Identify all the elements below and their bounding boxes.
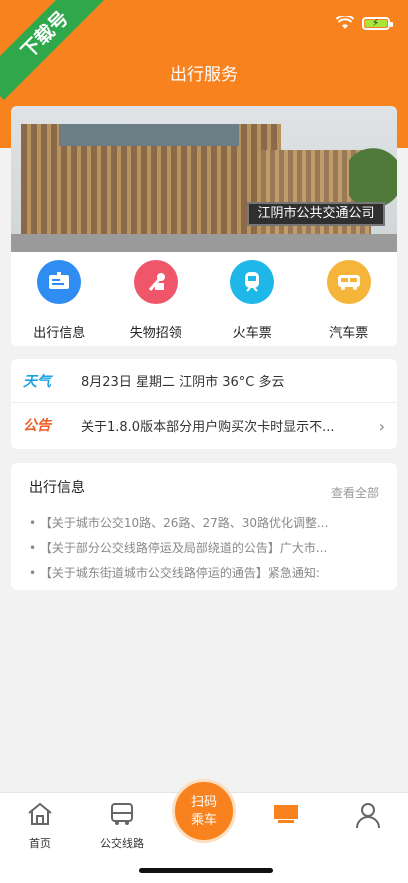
quick-link-label: 出行信息 <box>33 326 86 341</box>
tab-routes[interactable]: 公交线路 <box>82 801 162 851</box>
tab-label: 首页 <box>29 837 51 850</box>
news-item-text: 【关于部分公交线路停运及局部绕道的公告】广大市... <box>39 541 328 555</box>
quick-link-lost-found[interactable]: 失物招领 <box>108 260 205 341</box>
tab-home[interactable]: 首页 <box>0 801 80 851</box>
news-title: 出行信息 <box>29 480 85 496</box>
view-all-link[interactable]: 查看全部 <box>331 484 379 501</box>
quick-link-bus-ticket[interactable]: 汽车票 <box>301 260 398 341</box>
weather-text: 8月23日 星期二 江阴市 36°C 多云 <box>81 375 285 390</box>
list-item[interactable]: • 【关于部分公交线路停运及局部绕道的公告】广大市... <box>29 536 385 561</box>
quick-link-label: 火车票 <box>232 326 272 341</box>
tab-info[interactable] <box>246 801 326 831</box>
quick-link-travel-info[interactable]: 出行信息 <box>11 260 108 341</box>
banner-card: 江阴市公共交通公司 出行信息 失物招领 火车票 汽车票 <box>11 106 397 346</box>
info-board-icon <box>37 260 82 304</box>
train-icon <box>230 260 275 304</box>
announce-text: 关于1.8.0版本部分用户购买次卡时显示不... <box>81 419 335 435</box>
scan-ride-button[interactable]: 扫码 乘车 <box>172 779 236 843</box>
tab-bar: 首页 公交线路 扫码 乘车 <box>0 779 408 883</box>
news-card: 出行信息 查看全部 • 【关于城市公交10路、26路、27路、30路优化调整..… <box>11 463 397 590</box>
home-icon <box>28 802 52 825</box>
tab-label: 公交线路 <box>100 837 144 850</box>
list-item[interactable]: • 【关于城市公交10路、26路、27路、30路优化调整... <box>29 511 385 536</box>
home-indicator <box>139 868 273 873</box>
notice-card: 天气 8月23日 星期二 江阴市 36°C 多云 公告 关于1.8.0版本部分用… <box>11 359 397 449</box>
battery-icon: ⚡ <box>362 16 393 30</box>
quick-links: 出行信息 失物招领 火车票 汽车票 <box>11 260 397 341</box>
weather-tag: 天气 <box>23 373 51 390</box>
lost-found-icon <box>133 260 178 304</box>
bus-route-icon <box>111 803 133 825</box>
quick-link-train-ticket[interactable]: 火车票 <box>204 260 301 341</box>
page-title: 出行服务 <box>170 65 238 85</box>
chevron-right-icon: › <box>378 417 385 436</box>
info-board-tab-icon <box>274 805 298 823</box>
quick-link-label: 失物招领 <box>129 326 182 341</box>
building-sign: 江阴市公共交通公司 <box>247 202 385 226</box>
news-item-text: 【关于城市公交10路、26路、27路、30路优化调整... <box>39 516 329 530</box>
wifi-icon <box>336 16 354 29</box>
list-item[interactable]: • 【关于城东街道城市公交线路停运的通告】紧急通知: <box>29 561 385 586</box>
announce-tag: 公告 <box>23 418 51 434</box>
banner-image[interactable]: 江阴市公共交通公司 <box>11 106 397 252</box>
user-icon <box>356 803 380 829</box>
news-list: • 【关于城市公交10路、26路、27路、30路优化调整... • 【关于部分公… <box>29 511 385 586</box>
tab-profile[interactable] <box>328 801 408 833</box>
bus-icon <box>326 260 371 304</box>
quick-link-label: 汽车票 <box>329 326 369 341</box>
news-item-text: 【关于城东街道城市公交线路停运的通告】紧急通知: <box>39 566 320 580</box>
weather-row: 天气 8月23日 星期二 江阴市 36°C 多云 <box>11 359 397 403</box>
announcement-row[interactable]: 公告 关于1.8.0版本部分用户购买次卡时显示不... › <box>11 403 397 447</box>
